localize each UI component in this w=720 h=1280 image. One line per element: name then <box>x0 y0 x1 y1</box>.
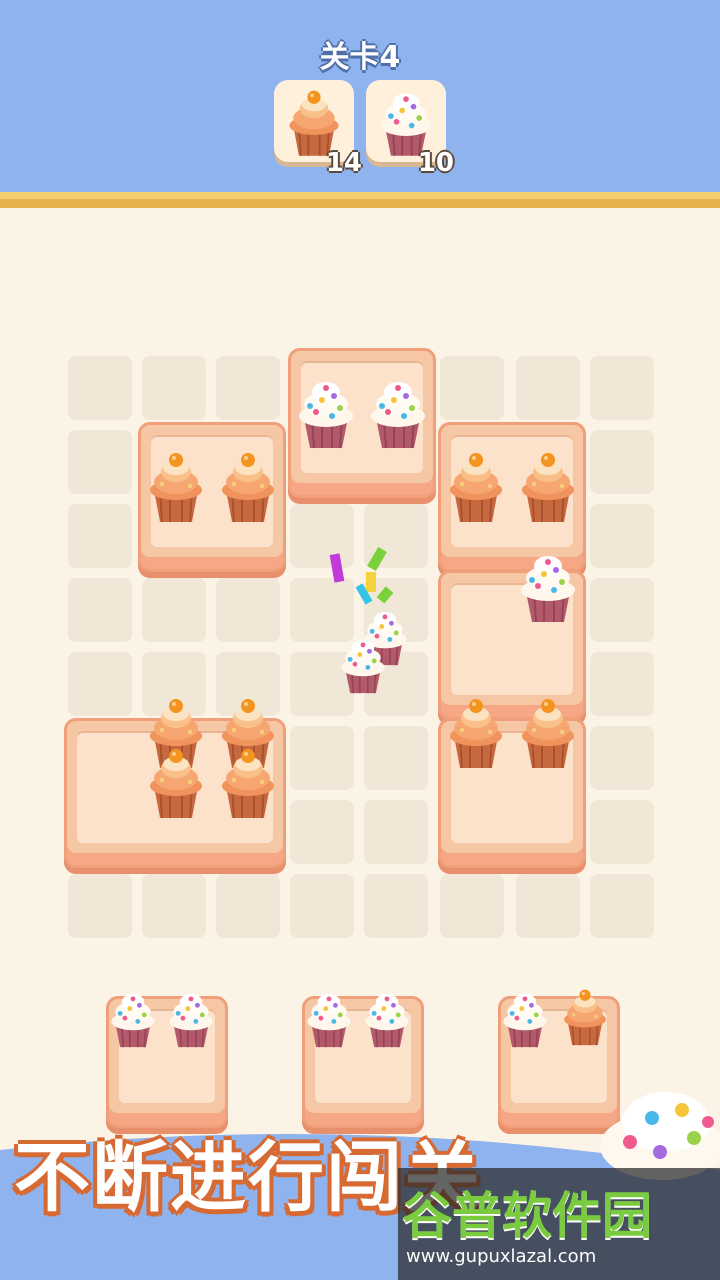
orange-cupcake-icon <box>440 446 512 528</box>
grid-cell <box>290 504 354 568</box>
grid-cell <box>590 356 654 420</box>
grid-cell <box>142 874 206 938</box>
grid-cell <box>364 874 428 938</box>
orange-cupcake-icon <box>512 692 584 774</box>
grid-cell <box>68 356 132 420</box>
orange-cupcake-icon <box>212 742 284 824</box>
grid-cell <box>216 874 280 938</box>
orange-cupcake-icon <box>140 446 212 528</box>
grid-cell <box>440 874 504 938</box>
orange-cupcake-icon <box>440 692 512 774</box>
grid-cell <box>590 504 654 568</box>
orange-cupcake-icon <box>512 446 584 528</box>
grid-cell <box>290 800 354 864</box>
grid-cell <box>590 652 654 716</box>
grid-cell <box>290 726 354 790</box>
grid-cell <box>590 800 654 864</box>
sprinkle-cupcake-icon <box>362 372 434 454</box>
grid-cell <box>68 504 132 568</box>
grid-cell <box>516 874 580 938</box>
watermark-brand: 谷普软件园 <box>402 1187 652 1245</box>
grid-cell <box>68 874 132 938</box>
sprinkle-cupcake-icon <box>300 986 358 1052</box>
grid-cell <box>590 578 654 642</box>
grid-cell <box>142 578 206 642</box>
decorative-cupcake-icon <box>590 1082 720 1182</box>
sprinkle-cupcake-icon <box>104 986 162 1052</box>
watermark-url: www.gupuxlazal.com <box>406 1246 597 1267</box>
sprinkle-cupcake-icon <box>290 372 362 454</box>
sprinkle-cupcake-icon <box>162 986 220 1052</box>
grid-cell <box>68 652 132 716</box>
grid-cell <box>68 578 132 642</box>
sprinkle-cupcake-icon <box>358 986 416 1052</box>
sprinkle-cupcake-icon <box>496 986 554 1052</box>
grid-cell <box>216 356 280 420</box>
grid-cell <box>364 726 428 790</box>
confetti-piece <box>366 572 376 592</box>
grid-cell <box>590 430 654 494</box>
grid-cell <box>68 430 132 494</box>
grid-cell <box>142 356 206 420</box>
grid-cell <box>440 356 504 420</box>
sprinkle-cupcake-icon <box>334 632 392 698</box>
grid-cell <box>590 726 654 790</box>
grid-cell <box>290 874 354 938</box>
grid-cell <box>590 874 654 938</box>
orange-cupcake-icon <box>212 446 284 528</box>
sprinkle-cupcake-icon <box>512 546 584 628</box>
grid-cell <box>216 578 280 642</box>
grid-cell <box>364 800 428 864</box>
orange-cupcake-icon <box>140 742 212 824</box>
watermark: 谷普软件园 www.gupuxlazal.com <box>398 1168 720 1280</box>
grid-cell <box>516 356 580 420</box>
orange-cupcake-icon <box>556 984 614 1050</box>
